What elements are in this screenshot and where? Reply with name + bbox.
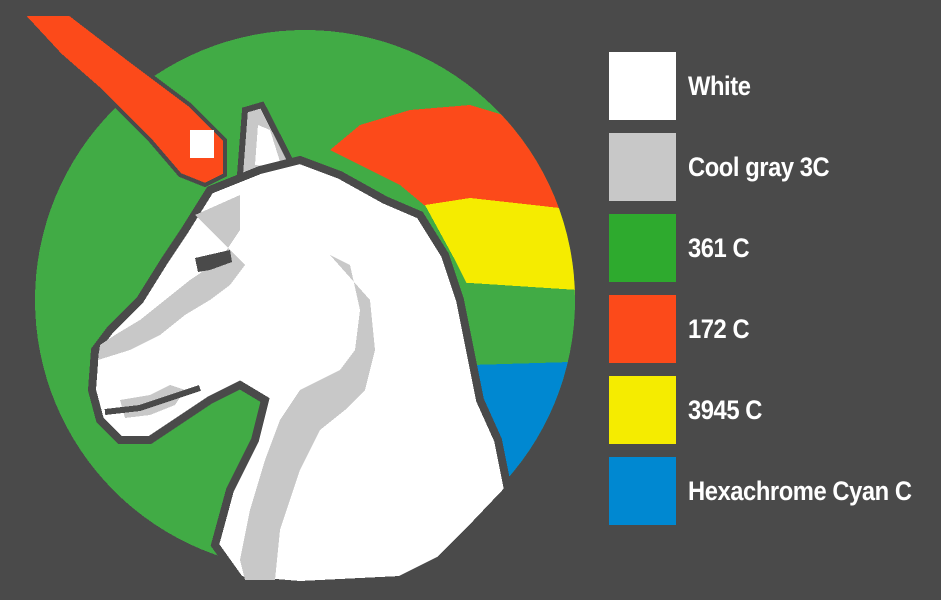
swatch-red (609, 295, 676, 363)
unicorn-icon (17, 12, 575, 590)
swatch-yellow (609, 376, 676, 444)
swatch-white (609, 52, 676, 120)
legend-label: 3945 C (688, 395, 762, 425)
horn-highlight (190, 130, 214, 158)
swatch-cool-gray (609, 133, 676, 201)
legend-label: 361 C (688, 233, 750, 263)
legend-item-green: 361 C (609, 214, 929, 282)
legend-label: 172 C (688, 314, 750, 344)
legend-item-red: 172 C (609, 295, 929, 363)
legend-label: White (688, 71, 751, 101)
swatch-cyan (609, 457, 676, 525)
legend-item-yellow: 3945 C (609, 376, 929, 444)
legend-item-white: White (609, 52, 929, 120)
legend-label: Hexachrome Cyan C (688, 476, 912, 506)
legend-item-cyan: Hexachrome Cyan C (609, 457, 929, 525)
legend-item-cool-gray: Cool gray 3C (609, 133, 929, 201)
legend-label: Cool gray 3C (688, 152, 830, 182)
swatch-green (609, 214, 676, 282)
palette-card: White Cool gray 3C 361 C 172 C 3945 C He… (0, 0, 941, 600)
